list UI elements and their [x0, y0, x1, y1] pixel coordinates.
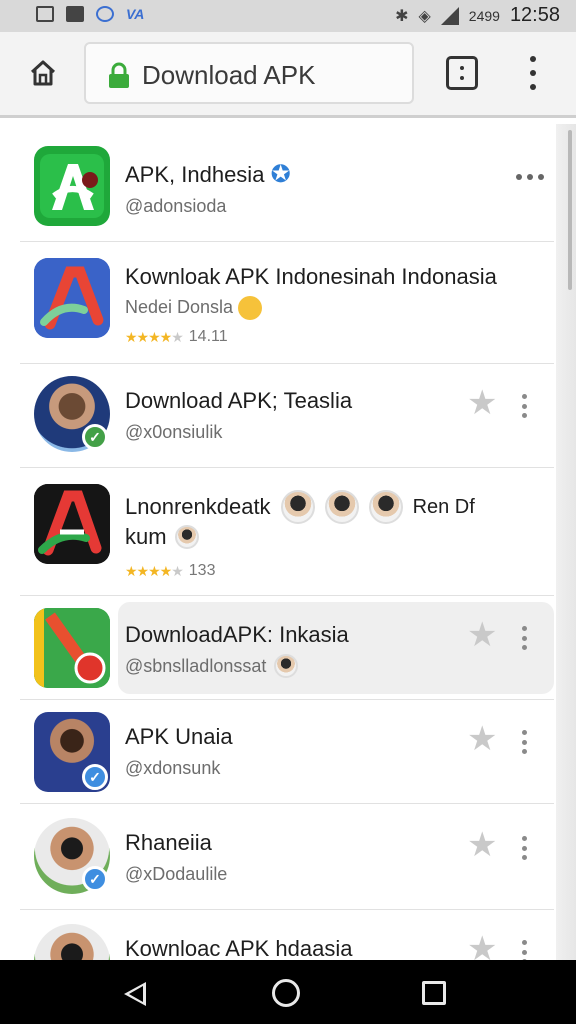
emoji-icon	[238, 296, 263, 320]
scroll-gutter	[556, 124, 576, 960]
wifi-icon: ◈	[418, 7, 431, 25]
signal-text: 2499	[468, 7, 500, 24]
verified-badge-icon: ✓	[82, 764, 108, 790]
avatar	[174, 525, 199, 549]
menu-icon[interactable]	[526, 56, 540, 90]
rating-count: 133	[188, 562, 216, 579]
item-handle: @xdonsunk	[125, 758, 221, 778]
item-handle: @adonsioda	[125, 196, 227, 216]
status-bar: VA ✱ ◈ 2499 12:58	[0, 0, 576, 32]
rating: ★★★★★ 133	[125, 562, 215, 580]
item-subtitle: Nedei Donsla	[125, 296, 263, 320]
list-item[interactable]: ✓ Rhaneiia @xDodaulile ★	[20, 804, 554, 910]
favorite-star-icon[interactable]: ★	[467, 722, 497, 756]
item-handle: @sbnslladlonssat	[125, 654, 299, 678]
item-menu-icon[interactable]	[522, 940, 528, 960]
vpn-icon	[96, 6, 114, 22]
item-title: Kownloac APK hdaasia	[125, 936, 353, 960]
system-nav-bar	[0, 960, 576, 1024]
item-title: DownloadAPK: Inkasia	[125, 622, 349, 647]
item-title: Download APK; Teaslia	[125, 388, 353, 413]
more-options-icon[interactable]	[516, 174, 544, 180]
verified-star-icon: ✪	[270, 161, 291, 188]
app-icon	[34, 258, 110, 338]
list-item[interactable]: DownloadAPK: Inkasia @sbnslladlonssat ★	[20, 596, 554, 700]
item-handle: @x0onsiulik	[125, 422, 223, 442]
list-item[interactable]: ✓ APK Unaia @xdonsunk ★	[20, 700, 554, 804]
rating: ★★★★★ 14.11	[125, 328, 228, 346]
app-icon	[34, 608, 110, 688]
item-title-line2: kum	[125, 524, 199, 550]
recents-icon[interactable]	[422, 981, 446, 1005]
verified-badge-icon: ✓	[82, 424, 108, 450]
star-rating-icon: ★★★★★	[125, 328, 184, 345]
favorite-star-icon[interactable]: ★	[467, 828, 497, 862]
item-title: Lnonrenkdeatk Ren Df	[125, 490, 475, 524]
home-circle-icon[interactable]	[272, 979, 300, 1007]
bluetooth-icon: ✱	[395, 7, 409, 25]
item-title: APK, Indhesia ✪	[125, 161, 291, 188]
item-menu-icon[interactable]	[522, 626, 528, 650]
avatar	[368, 490, 403, 524]
url-bar[interactable]: Download APK	[84, 42, 414, 104]
item-handle: @xDodaulile	[125, 864, 228, 884]
favorite-star-icon[interactable]: ★	[467, 386, 497, 420]
app-icon	[34, 484, 110, 564]
avatar	[274, 654, 299, 678]
signal-icon	[440, 6, 459, 25]
list-item[interactable]: Kownloak APK Indonesinah Indonasia Nedei…	[20, 242, 554, 364]
home-icon[interactable]	[26, 56, 60, 90]
list-item[interactable]: APK, Indhesia ✪ @adonsioda	[20, 124, 554, 242]
list-item[interactable]: Lnonrenkdeatk Ren Df kum ★★★★★ 133	[20, 468, 554, 596]
item-title: Rhaneiia	[125, 830, 212, 855]
image-notification-icon	[66, 6, 84, 22]
list-item[interactable]: Kownloac APK hdaasia ★	[20, 910, 554, 960]
item-menu-icon[interactable]	[522, 730, 528, 754]
lock-icon	[106, 62, 132, 95]
browser-toolbar: Download APK	[0, 32, 576, 118]
app-icon	[34, 146, 110, 226]
status-notifications: VA	[36, 6, 144, 22]
item-title: Kownloak APK Indonesinah Indonasia	[125, 264, 497, 289]
status-indicators: ✱ ◈ 2499 12:58	[395, 4, 560, 27]
rating-count: 14.11	[188, 328, 228, 345]
item-menu-icon[interactable]	[522, 394, 528, 418]
url-text: Download APK	[142, 60, 316, 90]
notification-icon	[36, 6, 54, 22]
favorite-star-icon[interactable]: ★	[467, 618, 497, 652]
favorite-star-icon[interactable]: ★	[467, 932, 497, 960]
scrollbar[interactable]	[568, 130, 572, 290]
star-rating-icon: ★★★★★	[125, 562, 184, 579]
back-icon-inner	[129, 986, 143, 1002]
verified-badge-icon: ✓	[82, 866, 108, 892]
results-list: APK, Indhesia ✪ @adonsioda Kownloak APK …	[20, 124, 556, 960]
clock: 12:58	[509, 4, 560, 26]
item-title: APK Unaia	[125, 724, 233, 749]
list-item[interactable]: ✓ Download APK; Teaslia @x0onsiulik ★	[20, 364, 554, 468]
tabs-icon[interactable]	[446, 56, 478, 90]
avatar	[34, 924, 110, 960]
brand-notification: VA	[126, 6, 145, 22]
avatar	[280, 490, 315, 524]
item-menu-icon[interactable]	[522, 836, 528, 860]
avatar	[324, 490, 359, 524]
